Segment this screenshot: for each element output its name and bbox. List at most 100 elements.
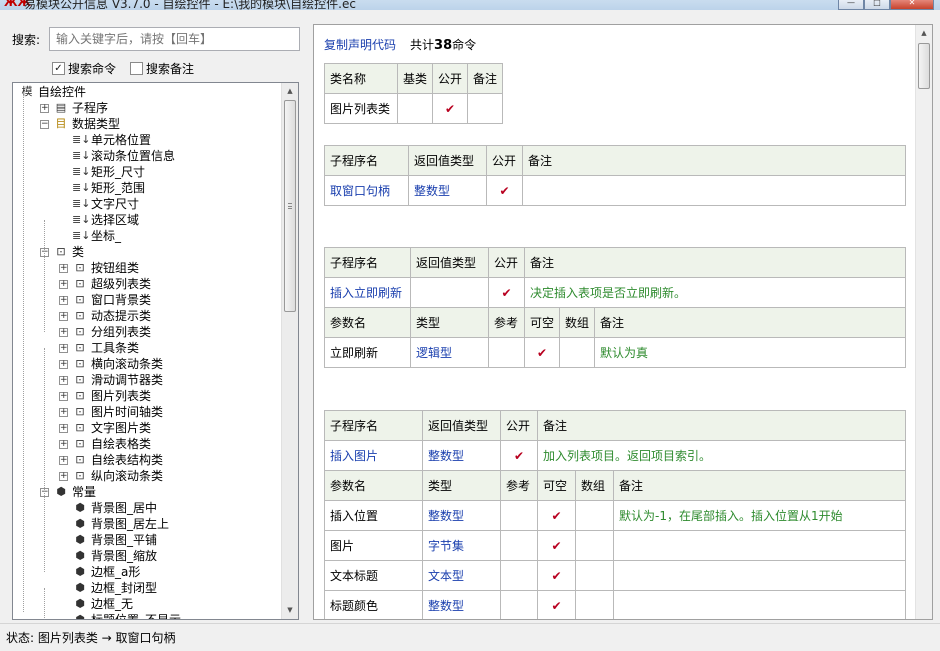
param-array (575, 500, 614, 531)
table-header: 基类 (396, 63, 434, 94)
tree-node[interactable]: ≣↓ 文字尺寸 (72, 196, 139, 212)
tree-node[interactable]: ≣↓ 坐标_ (72, 228, 121, 244)
expand-icon[interactable]: + (59, 343, 68, 353)
expand-icon[interactable]: + (59, 407, 68, 417)
table-header: 返回值类型 (422, 410, 501, 441)
status-bar: 状态: 图片列表类 → 取窗口句柄 (0, 623, 940, 651)
tree-node[interactable]: + ⊡ 分组列表类 (59, 324, 151, 340)
tree-node[interactable]: ⬢ 背景图_平铺 (72, 532, 157, 548)
table-header: 公开 (432, 63, 469, 94)
collapse-icon[interactable]: − (40, 119, 49, 129)
tree-node[interactable]: + ⊡ 文字图片类 (59, 420, 151, 436)
param-type[interactable]: 整数型 (422, 590, 501, 619)
param-type[interactable]: 文本型 (422, 560, 501, 591)
module-tree[interactable]: 模自绘控件 + ▤ 子程序 − 目数据类型 ≣↓ 单元格位置 ≣↓ 滚动条位置信息 ≣↓ 矩形_尺寸 ≣… (12, 82, 299, 620)
tree-node-label: 滑动调节器类 (91, 373, 164, 387)
scroll-up-arrow-icon[interactable]: ▲ (282, 83, 298, 100)
tree-node[interactable]: + ⊡ 滑动调节器类 (59, 372, 163, 388)
panel-splitter[interactable] (305, 10, 313, 622)
subroutine-note: 加入列表项目。返回项目索引。 (537, 440, 906, 471)
tree-node[interactable]: + ⊡ 自绘表格类 (59, 436, 151, 452)
expand-icon[interactable]: + (59, 471, 68, 481)
param-array (575, 560, 614, 591)
tree-node[interactable]: + ⊡ 纵向滚动条类 (59, 468, 163, 484)
minimize-button[interactable]: — (838, 0, 864, 10)
table-header: 公开 (500, 410, 538, 441)
tree-node[interactable]: ≣↓ 矩形_范围 (72, 180, 145, 196)
tree-node-label: 滚动条位置信息 (91, 149, 176, 163)
expand-icon[interactable]: + (59, 263, 68, 273)
maximize-button[interactable]: □ (864, 0, 890, 10)
expand-icon[interactable]: + (59, 391, 68, 401)
expand-icon[interactable]: + (59, 359, 68, 369)
tree-node-label: 子程序 (72, 101, 109, 115)
scrollbar-thumb[interactable] (918, 43, 930, 89)
param-header: 数组 (559, 307, 596, 338)
scroll-up-arrow-icon[interactable]: ▲ (916, 25, 932, 42)
tree-node-label: 标题位置_不显示 (91, 612, 181, 619)
checkbox-box[interactable] (130, 62, 144, 75)
tree-node[interactable]: + ⊡ 超级列表类 (59, 276, 151, 292)
tree-node[interactable]: ≣↓ 单元格位置 (72, 132, 151, 148)
tree-node[interactable]: 模自绘控件 (19, 84, 87, 100)
tree-node-label: 数据类型 (72, 117, 121, 131)
tree-node-label: 单元格位置 (91, 133, 152, 147)
expand-icon[interactable]: + (59, 439, 68, 449)
return-type[interactable]: 整数型 (408, 175, 487, 206)
expand-icon[interactable]: + (59, 375, 68, 385)
expand-icon[interactable]: + (59, 279, 68, 289)
search-notes-checkbox[interactable]: 搜索备注 (130, 60, 194, 77)
tree-node[interactable]: ⬢ 边框_无 (72, 596, 133, 612)
expand-icon[interactable]: + (59, 311, 68, 321)
subroutine-name[interactable]: 插入立即刷新 (324, 277, 411, 308)
expand-icon[interactable]: + (59, 423, 68, 433)
tree-node-icon: ⊡ (75, 469, 85, 482)
tree-node[interactable]: + ⊡ 窗口背景类 (59, 292, 151, 308)
checkbox-box[interactable]: ✓ (52, 62, 65, 75)
tree-node[interactable]: − 目数据类型 (40, 116, 120, 132)
expand-icon[interactable]: + (40, 103, 49, 113)
tree-node[interactable]: ⬢ 背景图_居左上 (72, 516, 169, 532)
tree-node[interactable]: ⬢ 边框_封闭型 (72, 580, 157, 596)
scrollbar-thumb[interactable] (284, 100, 296, 312)
tree-node[interactable]: − ⊡ 类 (40, 244, 84, 260)
param-header: 可空 (537, 470, 576, 501)
tree-node[interactable]: ≣↓ 滚动条位置信息 (72, 148, 175, 164)
tree-node[interactable]: + ⊡ 动态提示类 (59, 308, 151, 324)
tree-node[interactable]: + ▤ 子程序 (40, 100, 108, 116)
tree-scrollbar[interactable]: ▲ ▼ (281, 83, 298, 619)
tree-node-label: 自绘表结构类 (91, 453, 164, 467)
scroll-down-arrow-icon[interactable]: ▼ (282, 602, 298, 619)
tree-node[interactable]: ⬢ 背景图_居中 (72, 500, 157, 516)
param-type[interactable]: 整数型 (422, 500, 501, 531)
search-input[interactable] (49, 27, 300, 51)
tree-node[interactable]: + ⊡ 按钮组类 (59, 260, 139, 276)
param-ref (500, 590, 538, 619)
tree-node[interactable]: − ⬢ 常量 (40, 484, 96, 500)
public-check-icon: ✔ (500, 440, 538, 471)
return-type[interactable]: 整数型 (422, 440, 501, 471)
param-type[interactable]: 逻辑型 (410, 337, 489, 368)
tree-node-label: 边框_封闭型 (91, 581, 158, 595)
tree-node[interactable]: ⬢标题位置_不显示 (72, 612, 181, 619)
tree-node[interactable]: + ⊡ 自绘表结构类 (59, 452, 163, 468)
detail-scrollbar[interactable]: ▲ (915, 25, 932, 619)
expand-icon[interactable]: + (59, 455, 68, 465)
param-type[interactable]: 字节集 (422, 530, 501, 561)
tree-node[interactable]: ≣↓ 矩形_尺寸 (72, 164, 145, 180)
tree-node[interactable]: ≣↓ 选择区域 (72, 212, 139, 228)
expand-icon[interactable]: + (59, 295, 68, 305)
tree-node[interactable]: + ⊡ 图片时间轴类 (59, 404, 163, 420)
tree-node[interactable]: + ⊡ 工具条类 (59, 340, 139, 356)
copy-declaration-link[interactable]: 复制声明代码 (324, 36, 396, 53)
param-note: 默认为真 (594, 337, 906, 368)
close-button[interactable]: ✕ (890, 0, 934, 10)
search-commands-checkbox[interactable]: ✓ 搜索命令 (52, 60, 116, 77)
tree-node[interactable]: ⬢ 边框_a形 (72, 564, 140, 580)
tree-node[interactable]: + ⊡ 横向滚动条类 (59, 356, 163, 372)
subroutine-name[interactable]: 插入图片 (324, 440, 423, 471)
expand-icon[interactable]: + (59, 327, 68, 337)
tree-node[interactable]: ⬢ 背景图_缩放 (72, 548, 157, 564)
subroutine-name[interactable]: 取窗口句柄 (324, 175, 409, 206)
tree-node[interactable]: + ⊡ 图片列表类 (59, 388, 151, 404)
